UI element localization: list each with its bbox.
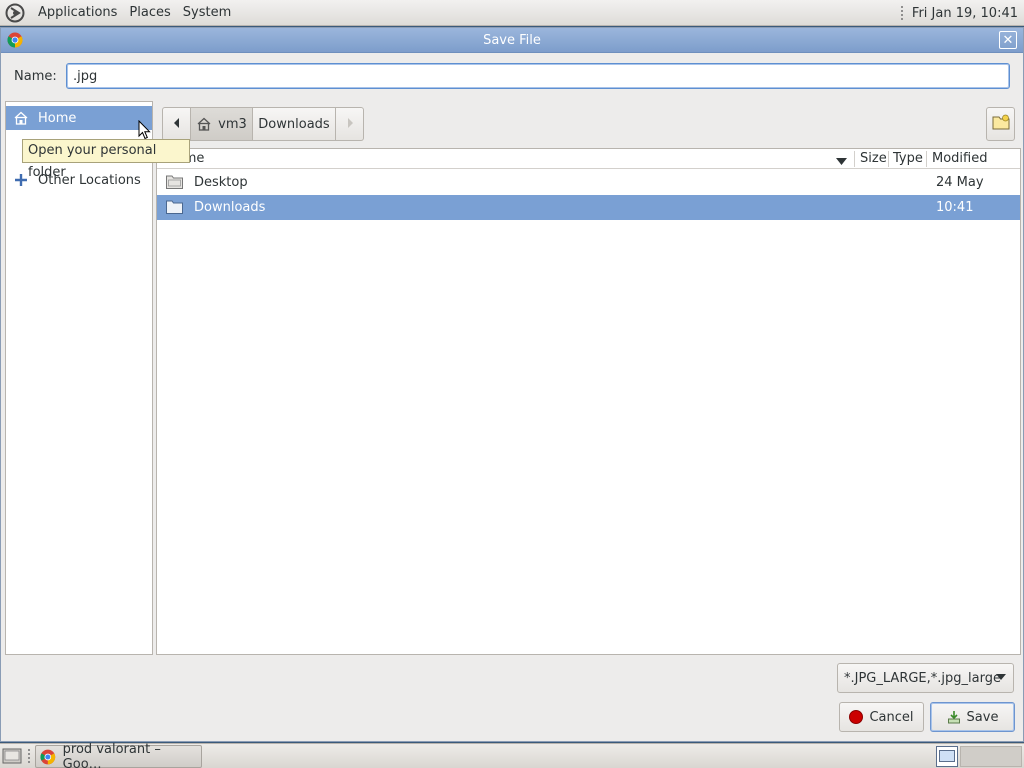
file-name: Desktop bbox=[194, 175, 248, 190]
taskbar-window-button[interactable]: prod valorant – Goo… bbox=[35, 741, 202, 768]
folder-icon bbox=[166, 175, 183, 189]
top-panel: Applications Places System Fri Jan 19, 1… bbox=[0, 0, 1024, 26]
close-button[interactable]: ✕ bbox=[999, 31, 1017, 49]
path-segment-label: vm3 bbox=[218, 116, 247, 132]
column-modified[interactable]: Modified bbox=[932, 149, 987, 169]
chrome-icon bbox=[40, 749, 56, 764]
plus-icon bbox=[13, 172, 29, 188]
file-list-header: Name Size Type Modified bbox=[157, 149, 1020, 169]
file-row-downloads[interactable]: Downloads 10:41 bbox=[157, 195, 1020, 220]
workspace-switcher-1[interactable] bbox=[936, 746, 958, 767]
cancel-icon bbox=[849, 710, 864, 724]
path-segment-label: Downloads bbox=[258, 116, 330, 132]
filter-value: *.JPG_LARGE,*.jpg_large bbox=[844, 670, 1001, 686]
home-icon bbox=[196, 116, 212, 132]
dialog-title: Save File bbox=[483, 32, 541, 48]
folder-icon bbox=[166, 200, 183, 214]
distro-logo-icon[interactable] bbox=[4, 2, 26, 24]
taskbar-window-label: prod valorant – Goo… bbox=[62, 741, 161, 768]
dialog-titlebar[interactable]: Save File ✕ bbox=[1, 28, 1023, 53]
save-icon bbox=[947, 711, 960, 724]
chevron-right-icon bbox=[346, 117, 354, 132]
panel-grip[interactable] bbox=[899, 5, 904, 21]
show-desktop-icon[interactable] bbox=[2, 747, 22, 765]
new-folder-icon bbox=[992, 114, 1010, 134]
file-name: Downloads bbox=[194, 200, 266, 215]
workspace-switcher-2[interactable] bbox=[960, 746, 1022, 767]
filename-input[interactable] bbox=[66, 63, 1010, 89]
sidebar-item-label: Home bbox=[38, 110, 77, 126]
path-segment-downloads[interactable]: Downloads bbox=[253, 107, 336, 141]
sidebar-item-home[interactable]: Home bbox=[6, 106, 152, 130]
column-separator bbox=[854, 151, 855, 167]
menu-system[interactable]: System bbox=[177, 0, 237, 26]
path-back-button[interactable] bbox=[162, 107, 191, 141]
name-row: Name: bbox=[1, 62, 1023, 92]
places-sidebar: Home Other Locations bbox=[5, 101, 153, 655]
new-folder-button[interactable] bbox=[986, 107, 1015, 141]
file-row-desktop[interactable]: Desktop 24 May 2023 bbox=[157, 170, 1020, 215]
sort-chevron-down-icon[interactable] bbox=[836, 155, 847, 170]
clock[interactable]: Fri Jan 19, 10:41 bbox=[912, 6, 1018, 21]
mouse-pointer-icon bbox=[138, 119, 151, 144]
file-type-filter-select[interactable]: *.JPG_LARGE,*.jpg_large bbox=[837, 663, 1014, 693]
cancel-label: Cancel bbox=[869, 709, 914, 725]
column-separator bbox=[888, 151, 889, 167]
column-size[interactable]: Size bbox=[860, 149, 887, 169]
tooltip: Open your personal folder bbox=[22, 139, 190, 180]
taskbar: prod valorant – Goo… bbox=[0, 741, 1024, 768]
chevron-down-icon bbox=[996, 674, 1006, 680]
column-separator bbox=[926, 151, 927, 167]
column-type[interactable]: Type bbox=[893, 149, 923, 169]
workspace-window-thumb bbox=[939, 750, 955, 762]
close-icon: ✕ bbox=[1002, 32, 1014, 48]
home-icon bbox=[13, 110, 29, 126]
save-label: Save bbox=[966, 709, 999, 725]
file-modified: 10:41 bbox=[936, 200, 974, 215]
menu-places[interactable]: Places bbox=[123, 0, 176, 26]
name-label: Name: bbox=[14, 69, 57, 84]
path-segment-vm3[interactable]: vm3 bbox=[191, 107, 253, 141]
menu-applications[interactable]: Applications bbox=[32, 0, 123, 26]
path-forward-button[interactable] bbox=[336, 107, 364, 141]
cancel-button[interactable]: Cancel bbox=[839, 702, 924, 732]
save-file-dialog: Save File ✕ Name: Home Other Locations bbox=[0, 27, 1024, 742]
file-list: Name Size Type Modified Desktop 24 May 2… bbox=[156, 148, 1021, 655]
chevron-left-icon bbox=[173, 117, 181, 132]
path-bar: vm3 Downloads bbox=[162, 107, 364, 141]
save-button[interactable]: Save bbox=[930, 702, 1015, 732]
taskbar-grip[interactable] bbox=[27, 748, 31, 764]
